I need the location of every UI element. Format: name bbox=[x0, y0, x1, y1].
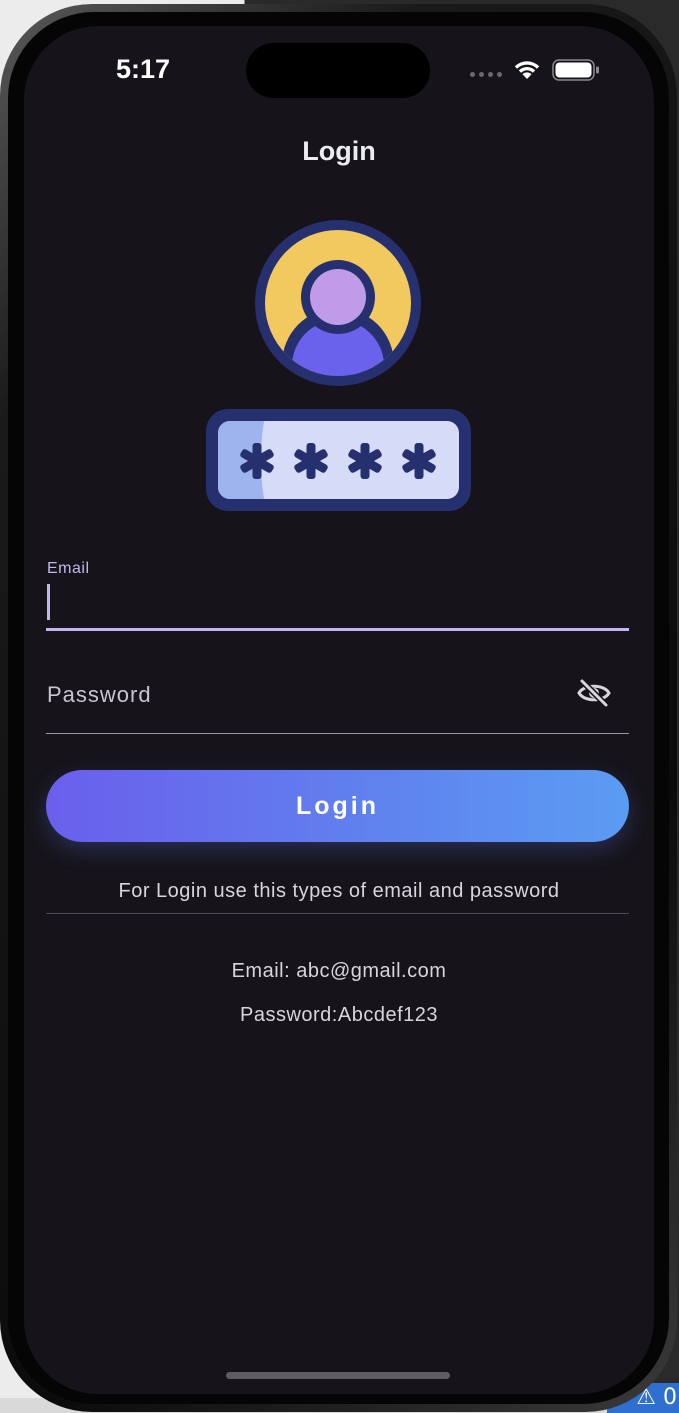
wifi-icon bbox=[514, 61, 540, 79]
status-bar: 5:17 bbox=[24, 26, 654, 116]
status-time: 5:17 bbox=[116, 54, 171, 84]
home-indicator bbox=[226, 1372, 450, 1379]
email-field[interactable]: Email bbox=[46, 556, 629, 631]
app-screen: 5:17 Login Email Password Login For Logi… bbox=[24, 26, 654, 1394]
login-hint-text: For Login use this types of email and pa… bbox=[118, 880, 560, 902]
page-title: Login bbox=[302, 136, 376, 166]
email-label: Email bbox=[47, 560, 90, 577]
user-password-icon bbox=[206, 220, 471, 511]
eye-off-icon[interactable] bbox=[577, 678, 611, 708]
divider bbox=[46, 913, 629, 914]
password-placeholder: Password bbox=[47, 682, 152, 707]
cellular-signal-icon bbox=[470, 72, 502, 77]
text-caret bbox=[47, 584, 50, 620]
password-field[interactable]: Password bbox=[46, 662, 629, 734]
dynamic-island bbox=[246, 43, 430, 98]
sample-password-text: Password:Abcdef123 bbox=[239, 1004, 438, 1026]
login-button[interactable]: Login bbox=[46, 770, 629, 842]
battery-icon bbox=[552, 59, 599, 81]
sample-email-text: Email: abc@gmail.com bbox=[231, 960, 447, 982]
